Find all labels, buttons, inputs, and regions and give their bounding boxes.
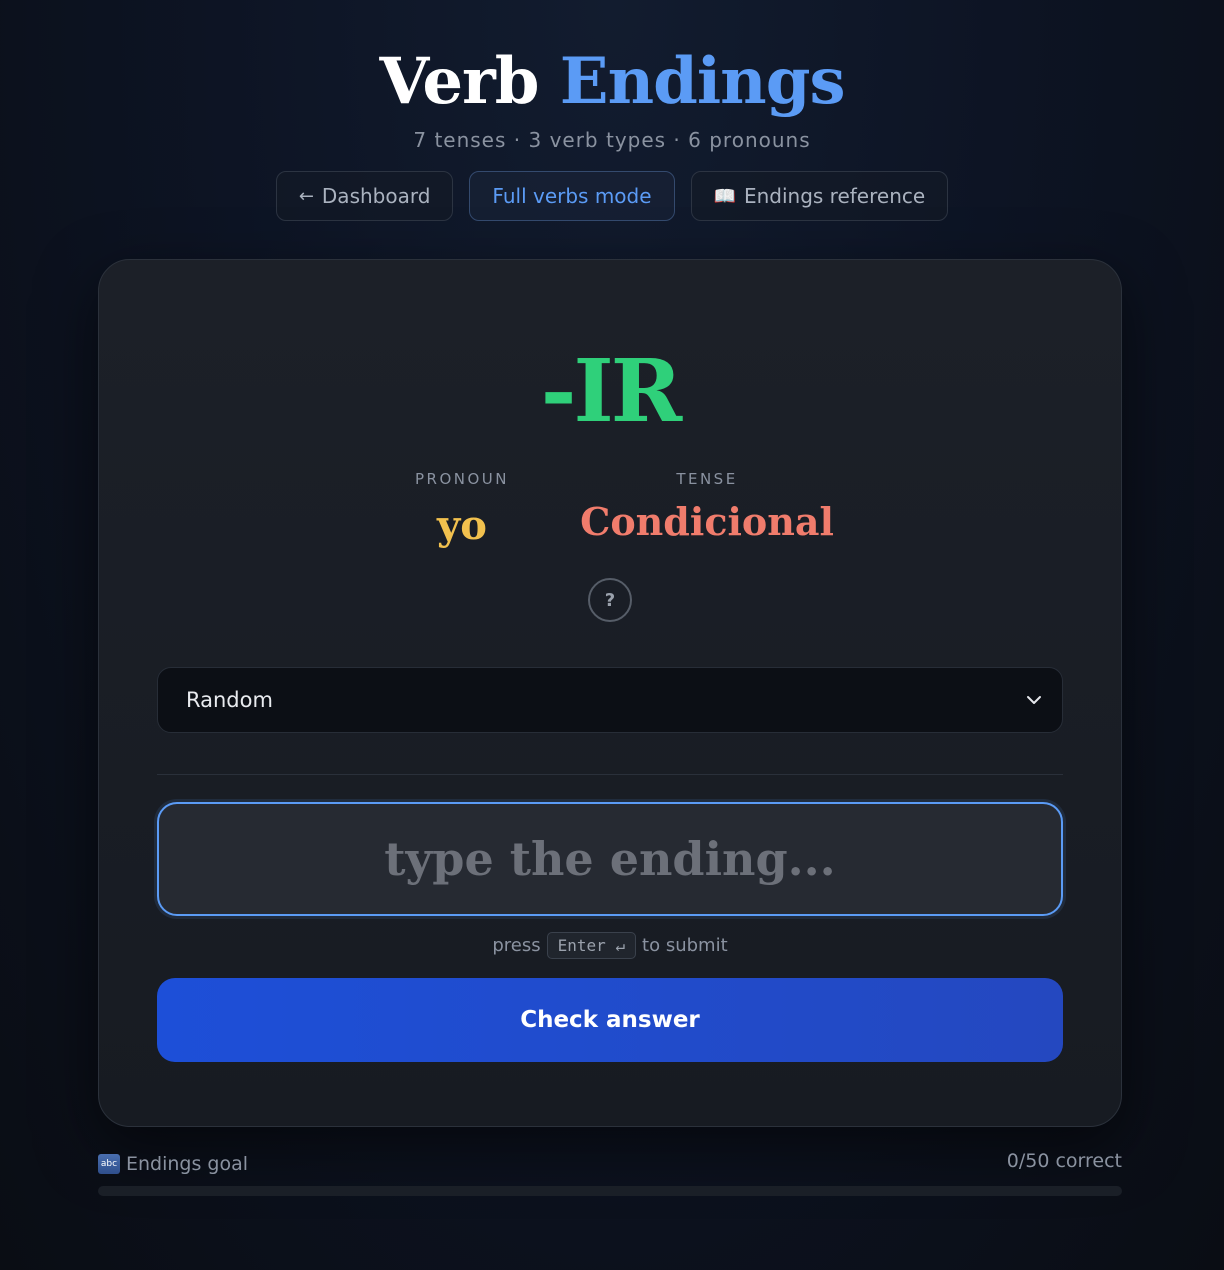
full-verbs-label: Full verbs mode — [492, 184, 652, 208]
help-button[interactable]: ? — [588, 578, 632, 622]
title-accent: Endings — [559, 44, 846, 119]
top-nav: ← Dashboard Full verbs mode 📖 Endings re… — [0, 171, 1224, 221]
question-icon: ? — [604, 589, 616, 611]
pronoun-block: PRONOUN yo — [395, 470, 529, 550]
tense-block: TENSE Condicional — [580, 470, 834, 550]
hint-prefix: press — [492, 935, 541, 956]
divider — [157, 774, 1063, 775]
abc-icon: abc — [98, 1154, 120, 1174]
tense-label: TENSE — [676, 470, 738, 488]
endings-reference-button[interactable]: 📖 Endings reference — [690, 171, 949, 221]
prompt-info: PRONOUN yo TENSE Condicional — [99, 470, 1121, 550]
mode-select[interactable]: Random — [157, 667, 1063, 733]
book-icon: 📖 — [713, 185, 736, 207]
mode-select-value: Random — [186, 688, 273, 712]
page-title: Verb Endings — [0, 40, 1224, 124]
title-main: Verb — [379, 44, 540, 119]
page-subtitle: 7 tenses · 3 verb types · 6 pronouns — [413, 128, 811, 152]
goal-row: abc Endings goal 0/50 correct — [98, 1150, 1122, 1175]
tense-value: Condicional — [580, 499, 834, 544]
verb-type: -IR — [540, 341, 682, 442]
goal-label: Endings goal — [126, 1153, 249, 1175]
quiz-card: -IR PRONOUN yo TENSE Condicional ? Rando… — [98, 259, 1122, 1127]
pronoun-label: PRONOUN — [414, 470, 509, 488]
goal-label-group: abc Endings goal — [98, 1153, 248, 1175]
goal-progress-text: 0/50 correct — [1006, 1150, 1122, 1172]
chevron-down-icon — [1027, 696, 1041, 704]
pronoun-value: yo — [437, 502, 487, 549]
answer-input[interactable] — [159, 804, 1061, 914]
hint-suffix: to submit — [642, 935, 728, 956]
goal-progress-bar — [98, 1186, 1122, 1196]
reference-label: Endings reference — [743, 184, 926, 208]
dashboard-label: Dashboard — [321, 184, 431, 208]
arrow-left-icon: ← — [298, 185, 314, 207]
dashboard-button[interactable]: ← Dashboard — [275, 171, 454, 221]
full-verbs-mode-button[interactable]: Full verbs mode — [469, 171, 675, 221]
check-answer-button[interactable]: Check answer — [157, 978, 1063, 1062]
answer-field-wrapper — [157, 802, 1063, 916]
enter-key: Enter ↵ — [546, 932, 637, 959]
submit-hint: press Enter ↵ to submit — [99, 932, 1121, 959]
